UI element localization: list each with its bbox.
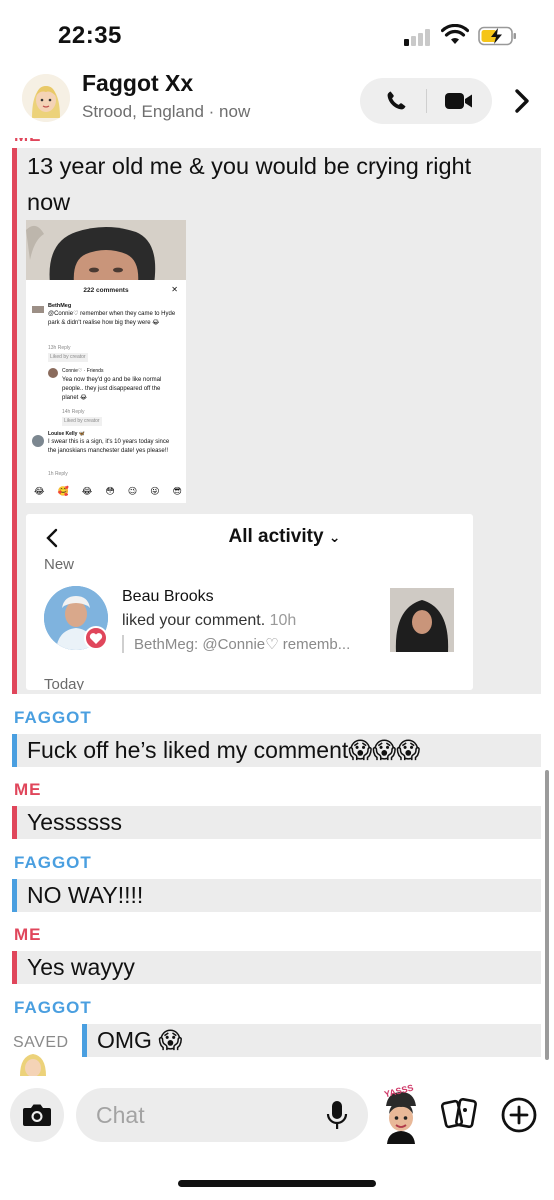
microphone-icon[interactable] [326, 1100, 348, 1130]
comments-sheet: 222 comments ✕ BethMeg @Connie♡ remember… [26, 280, 186, 503]
home-indicator [178, 1180, 376, 1187]
chat-input[interactable] [76, 1088, 368, 1142]
battery-charging-icon [478, 26, 516, 46]
scrollbar[interactable] [545, 770, 549, 1060]
contact-name[interactable]: Faggot Xx [82, 70, 193, 97]
comment-text: Yea now they'd go and be like normal peo… [62, 377, 162, 401]
video-call-icon[interactable] [444, 91, 474, 111]
emoji: 😂 [34, 486, 45, 496]
camera-button[interactable] [10, 1088, 64, 1142]
commenter-avatar [32, 435, 44, 447]
comment-text: I swear this is a sign, it's 10 years to… [48, 439, 170, 454]
activity-title: All activity ⌄ [26, 526, 473, 548]
activity-action-text: liked your comment. [122, 612, 266, 629]
sender-label: ME [14, 138, 42, 146]
add-plus-icon[interactable] [500, 1096, 538, 1134]
emoji: 😜 [150, 486, 160, 496]
chevron-right-icon[interactable] [510, 88, 534, 114]
message-text: OMG 😱 [97, 1027, 183, 1053]
heart-icon [84, 626, 108, 650]
bitmoji-button[interactable]: YASSS [378, 1083, 424, 1144]
comment-meta: 14h Reply [62, 409, 85, 415]
call-divider [426, 89, 427, 113]
comments-screenshot[interactable]: 222 comments ✕ BethMeg @Connie♡ remember… [26, 220, 186, 503]
saved-by-bitmoji [16, 1052, 50, 1076]
activity-user-name: Beau Brooks [122, 588, 214, 605]
activity-title-text: All activity [228, 526, 324, 547]
chat-scroll-area[interactable]: ME 13 year old me & you would be crying … [0, 138, 554, 1076]
chat-footer: YASSS [0, 1076, 554, 1200]
sender-label: FAGGOT [14, 853, 92, 872]
section-today: Today [44, 676, 85, 690]
activity-action: liked your comment. 10h [122, 612, 296, 630]
chat-header: Faggot Xx Strood, England · now [0, 62, 554, 138]
message-bubble[interactable]: NO WAY!!!! [12, 879, 541, 912]
emoji: 😉 [127, 486, 138, 496]
message-text: NO WAY!!!! [27, 882, 144, 908]
comment-meta: 13h Reply [48, 345, 71, 351]
call-actions [360, 78, 492, 124]
commenter-avatar [32, 306, 44, 313]
video-frame-photo [26, 220, 186, 284]
comment-meta: 1h Reply [48, 471, 68, 477]
message-bubble[interactable]: OMG 😱 [82, 1024, 541, 1057]
activity-screenshot[interactable]: All activity ⌄ New Beau Brooks liked you… [26, 514, 473, 690]
activity-post-thumbnail [390, 588, 454, 652]
sender-label: ME [14, 925, 42, 944]
message-text: Yes wayyy [27, 954, 135, 980]
close-icon: ✕ [171, 285, 178, 294]
emoji: 😳 [105, 486, 115, 496]
message-text: Fuck off he’s liked my comment😱😱😱 [27, 737, 421, 763]
camera-icon [23, 1104, 51, 1126]
emoji: 😂 [81, 486, 93, 496]
comment-user: Connie♡ · Friends [62, 368, 104, 374]
status-bar: 22:35 [0, 0, 554, 62]
sender-label: ME [14, 780, 42, 799]
commenter-avatar [48, 368, 58, 378]
wifi-icon [441, 24, 469, 44]
saved-label: SAVED [13, 1034, 69, 1051]
comment-badge: Liked by creator [62, 417, 102, 426]
comment-badge: Liked by creator [48, 353, 88, 362]
activity-time: 10h [269, 612, 297, 629]
sender-label: FAGGOT [14, 998, 92, 1017]
message-text: Yessssss [27, 809, 123, 835]
emoji: 🥰 [57, 486, 69, 496]
contact-location-status: Strood, England · now [82, 102, 251, 121]
emoji-reaction-row: 😂 🥰 😂 😳 😉 😜 😎 [34, 486, 182, 497]
contact-avatar[interactable] [22, 74, 70, 122]
cellular-signal-icon [404, 28, 434, 46]
chevron-down-icon: ⌄ [328, 529, 341, 545]
stickers-icon[interactable] [440, 1096, 480, 1132]
section-new: New [44, 556, 75, 573]
activity-quote: BethMeg: @Connie♡ rememb... [122, 635, 350, 653]
message-bubble[interactable]: Fuck off he’s liked my comment😱😱😱 [12, 734, 541, 767]
status-time: 22:35 [58, 22, 122, 49]
message-bubble[interactable]: Yes wayyy [12, 951, 541, 984]
comments-count: 222 comments [83, 287, 129, 294]
message-bubble[interactable]: Yessssss [12, 806, 541, 839]
comment-text: @Connie♡ remember when they came to Hyde… [48, 311, 176, 326]
phone-call-icon[interactable] [384, 89, 408, 113]
sender-label: FAGGOT [14, 708, 92, 727]
message-text: 13 year old me & you would be crying rig… [27, 153, 472, 215]
emoji: 😎 [172, 486, 182, 496]
